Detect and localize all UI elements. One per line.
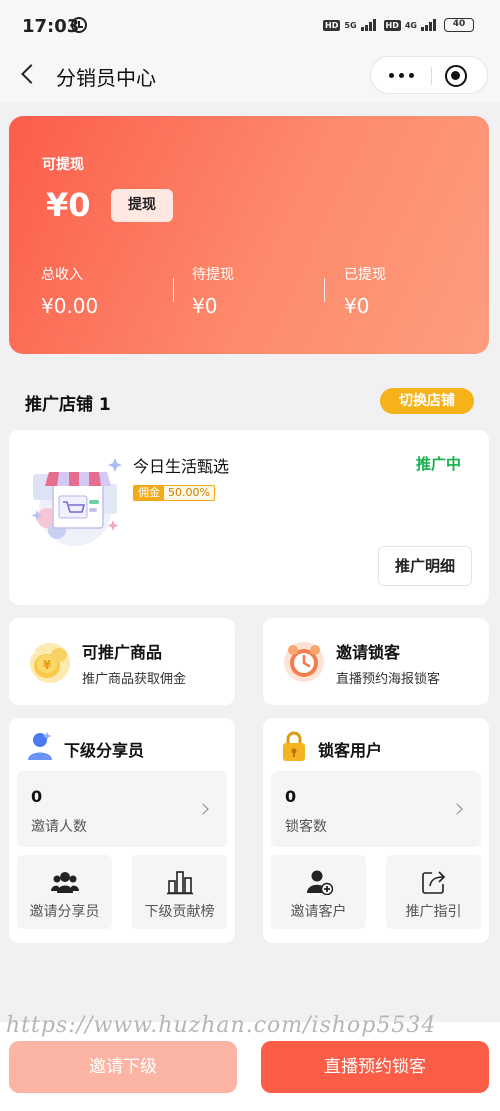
stat-label: 待提现: [192, 267, 234, 283]
nav-bar: 分销员中心: [0, 52, 500, 102]
invite-count-value: 0: [31, 787, 43, 806]
add-user-icon: [307, 870, 333, 895]
capsule-divider: [431, 67, 432, 85]
status-bar: 17:03 HD 5G HD 4G 40: [0, 0, 500, 52]
bar-chart-icon: [167, 871, 193, 895]
stat-pending: 待提现 ¥0: [192, 264, 312, 318]
contribution-ranking-button[interactable]: 下级贡献榜: [132, 855, 227, 929]
invite-count-box[interactable]: 0 邀请人数: [17, 771, 227, 847]
withdraw-button[interactable]: 提现: [111, 189, 173, 222]
balance-card: 可提现 ¥0 提现 总收入 ¥0.00 待提现 ¥0 已提现 ¥0: [9, 116, 489, 354]
more-icon[interactable]: [389, 73, 414, 78]
action-label: 邀请分享员: [29, 904, 100, 920]
network-label-2: 4G: [404, 20, 417, 30]
promotion-guide-button[interactable]: 推广指引: [386, 855, 481, 929]
stat-total-income: 总收入 ¥0.00: [41, 264, 161, 318]
chevron-right-icon: [451, 803, 463, 815]
battery-icon: 40: [444, 18, 474, 32]
invite-count-label: 邀请人数: [31, 819, 87, 835]
panel-title: 下级分享员: [64, 741, 145, 760]
stat-value: ¥0: [192, 294, 218, 318]
promotion-detail-button[interactable]: 推广明细: [378, 546, 472, 586]
user-shield-icon: [28, 732, 52, 760]
store-name: 今日生活甄选: [133, 457, 230, 476]
locked-count-label: 锁客数: [285, 819, 327, 835]
action-label: 邀请客户: [290, 904, 347, 920]
feature-subtitle: 推广商品获取佣金: [82, 672, 187, 687]
stat-label: 已提现: [344, 267, 386, 283]
locked-count-value: 0: [285, 787, 297, 806]
storefront-icon: [31, 458, 122, 546]
locked-users-panel: 锁客用户 0 锁客数 邀请客户 推广指引: [263, 718, 489, 943]
svg-text:¥: ¥: [43, 658, 52, 672]
stat-value: ¥0: [344, 294, 370, 318]
hd-badge: HD: [323, 19, 341, 31]
stat-withdrawn: 已提现 ¥0: [344, 264, 464, 318]
share-icon: [422, 871, 446, 894]
promotable-products-card[interactable]: ¥ 可推广商品 推广商品获取佣金: [9, 618, 235, 705]
panel-title: 锁客用户: [318, 741, 383, 760]
alarm-icon: [71, 17, 87, 33]
invite-lock-customer-card[interactable]: 邀请锁客 直播预约海报锁客: [263, 618, 489, 705]
stat-label: 总收入: [41, 267, 83, 283]
stat-divider: [324, 278, 325, 302]
sub-sharers-panel: 下级分享员 0 邀请人数 邀请分享员 下级贡献榜: [9, 718, 235, 943]
alarm-clock-icon: [284, 642, 324, 682]
page-title: 分销员中心: [56, 66, 156, 90]
mini-program-capsule: [370, 56, 488, 94]
withdrawable-label: 可提现: [42, 157, 84, 173]
store-card[interactable]: 今日生活甄选 佣金 50.00% 推广中 推广明细: [9, 430, 489, 605]
back-icon[interactable]: [21, 64, 41, 84]
chevron-right-icon: [197, 803, 209, 815]
action-label: 下级贡献榜: [144, 904, 215, 920]
locked-count-box[interactable]: 0 锁客数: [271, 771, 481, 847]
group-icon: [51, 872, 79, 893]
signal-icon-2: [421, 19, 436, 31]
close-target-icon[interactable]: [445, 65, 467, 87]
commission-badge: 佣金 50.00%: [133, 485, 215, 501]
watermark: https://www.huzhan.com/ishop5534: [6, 1013, 437, 1038]
status-indicators: HD 5G HD 4G 40: [323, 18, 474, 32]
signal-icon: [360, 19, 376, 31]
invite-subordinate-button[interactable]: 邀请下级: [9, 1041, 237, 1093]
stat-value: ¥0.00: [41, 294, 99, 318]
network-label: 5G: [344, 20, 357, 30]
lock-icon: [283, 731, 305, 761]
feature-title: 邀请锁客: [336, 643, 401, 662]
invite-sharer-button[interactable]: 邀请分享员: [17, 855, 112, 929]
feature-subtitle: 直播预约海报锁客: [336, 672, 441, 687]
stat-divider: [173, 278, 174, 302]
coin-icon: ¥: [29, 643, 70, 683]
commission-tag: 佣金: [134, 486, 164, 500]
commission-rate: 50.00%: [164, 486, 214, 500]
withdrawable-amount: ¥0: [46, 186, 91, 224]
store-section-title: 推广店铺 1: [25, 395, 111, 415]
hd-badge-2: HD: [383, 19, 401, 31]
store-status: 推广中: [415, 455, 461, 473]
action-label: 推广指引: [405, 904, 462, 920]
invite-customer-button[interactable]: 邀请客户: [271, 855, 366, 929]
switch-store-button[interactable]: 切换店铺: [380, 388, 474, 414]
feature-title: 可推广商品: [82, 643, 163, 662]
live-reservation-lock-button[interactable]: 直播预约锁客: [261, 1041, 489, 1093]
